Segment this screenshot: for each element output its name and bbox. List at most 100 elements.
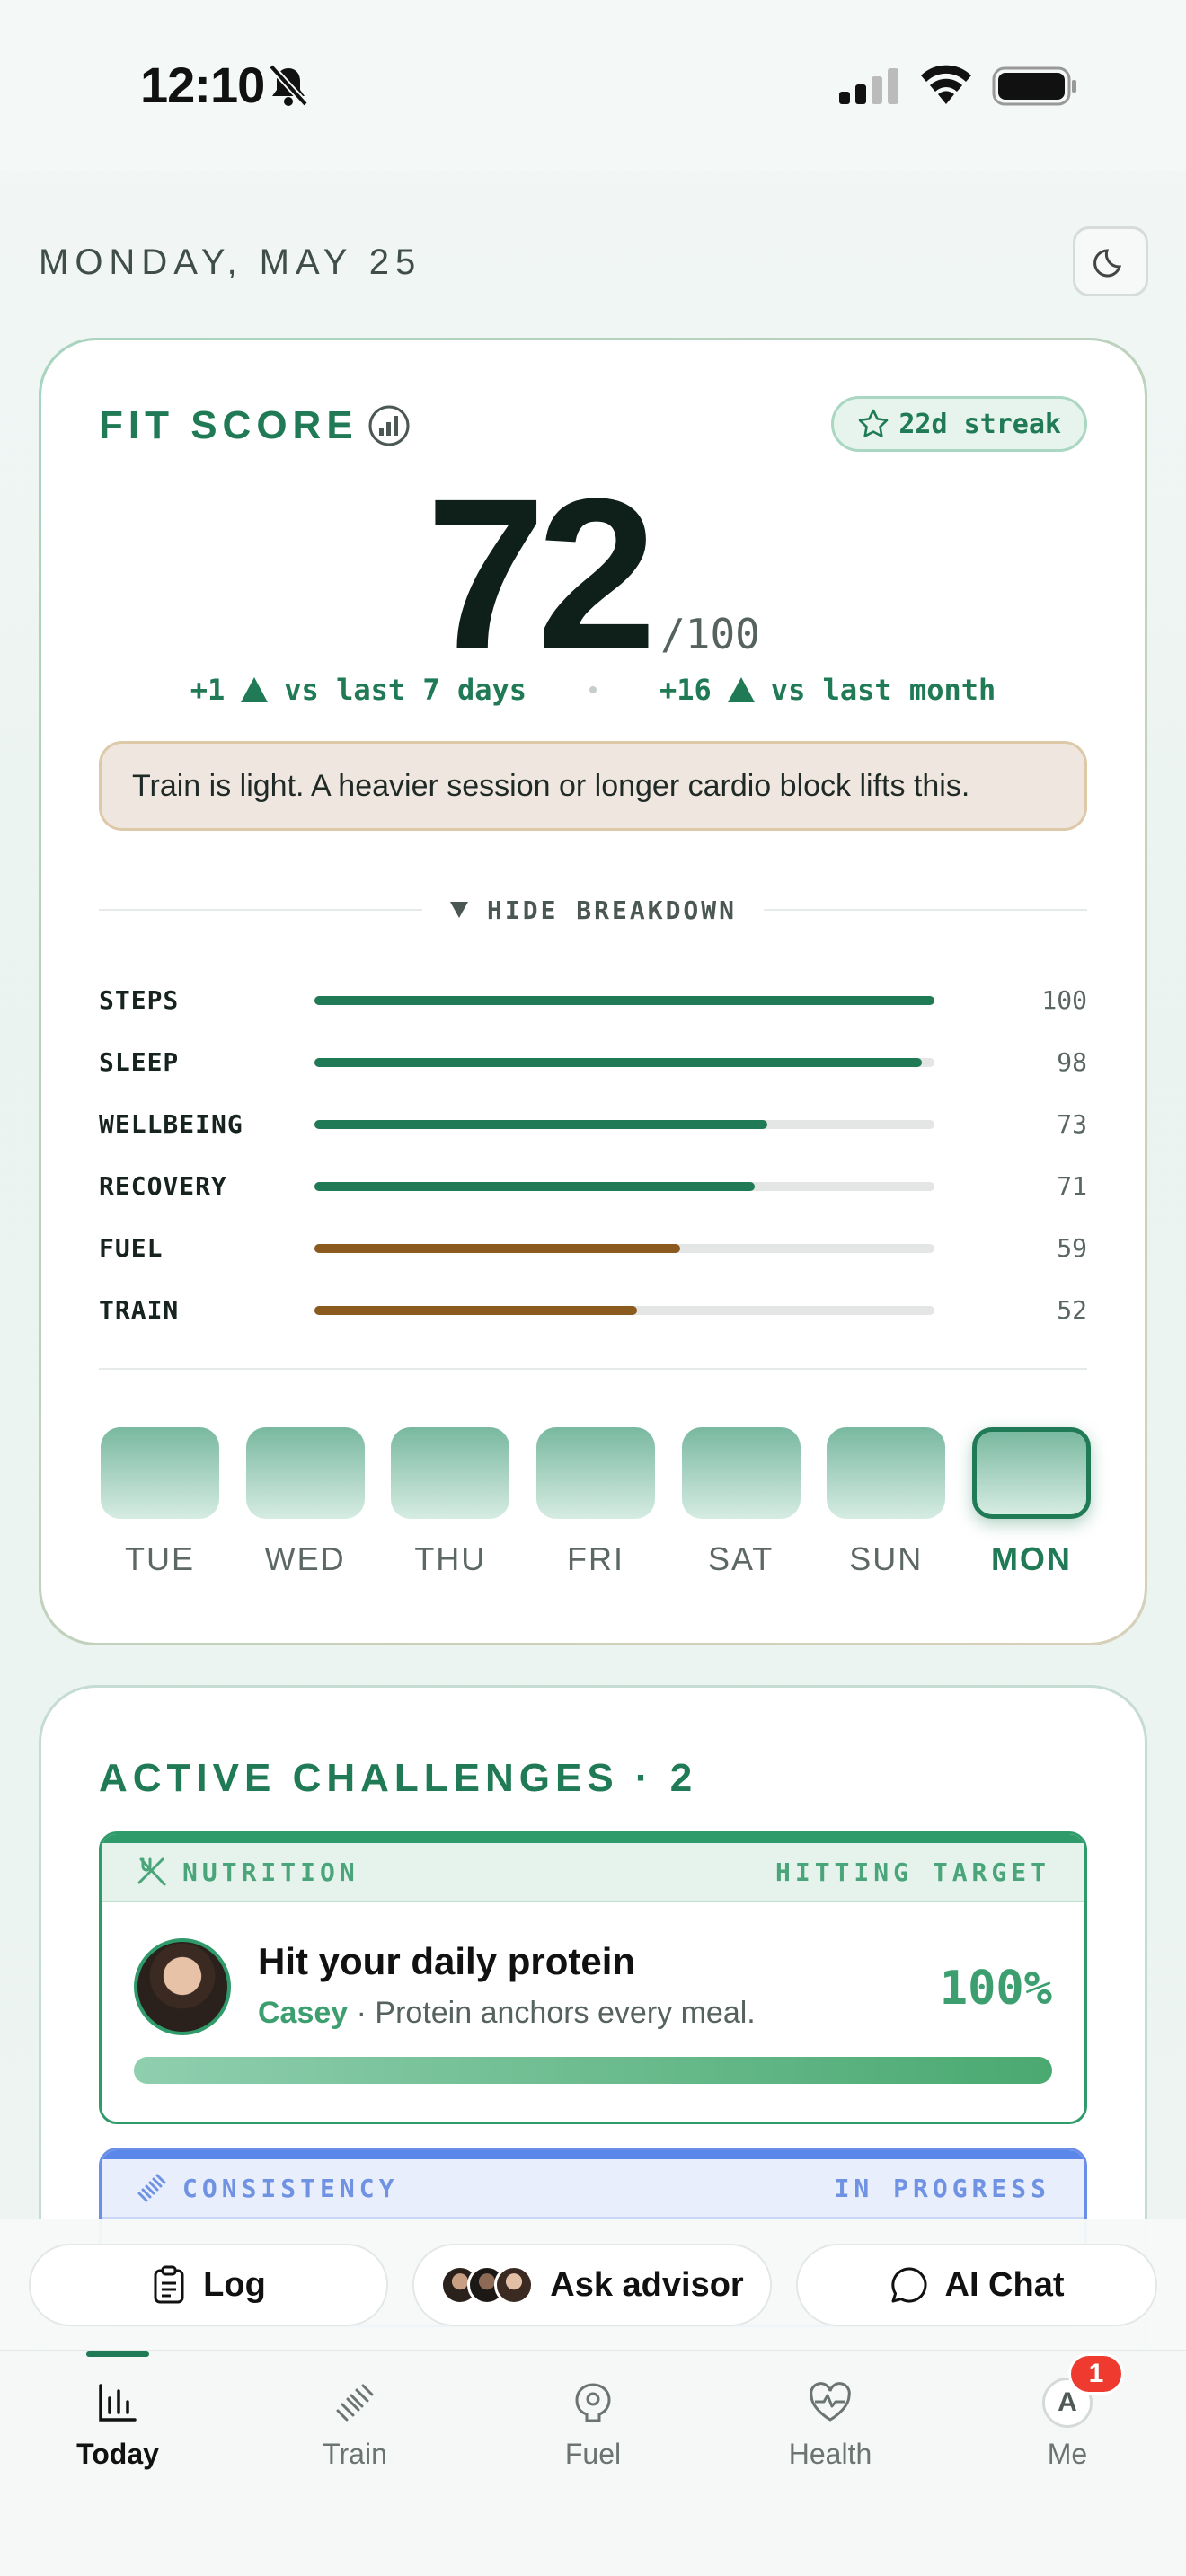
metric-bar-track <box>314 1119 934 1129</box>
delta-week: +1 vs last 7 days <box>190 673 527 707</box>
metric-row: WELLBEING 73 <box>99 1093 1087 1155</box>
fit-score-card: FIT SCORE 22d streak 72 /100 +1 vs last … <box>39 338 1147 1645</box>
dumbbell-icon <box>137 2174 166 2202</box>
challenge-subtitle: Casey · Protein anchors every meal. <box>258 1996 756 2030</box>
up-arrow-icon <box>727 677 755 702</box>
streak-badge: 22d streak <box>831 396 1087 452</box>
triangle-down-icon <box>450 902 468 918</box>
metric-bar-fill <box>314 1057 923 1067</box>
utensils-icon <box>137 1857 166 1886</box>
chart-icon <box>99 2384 137 2422</box>
metric-row: RECOVERY 71 <box>99 1155 1087 1217</box>
challenge-percent: 100% <box>939 1962 1052 2016</box>
metric-bar-fill <box>314 1305 637 1315</box>
up-arrow-icon <box>241 677 269 702</box>
score-value: 72 <box>426 454 657 694</box>
day-label: WED <box>264 1540 346 1577</box>
clipboard-icon <box>154 2265 184 2304</box>
bell-muted-icon <box>269 64 308 107</box>
quick-action-bar: Log Ask advisor AI Chat <box>0 2219 1186 2350</box>
day-tue[interactable]: TUE <box>101 1427 219 1578</box>
tab-me[interactable]: A 1 Me <box>987 2353 1148 2471</box>
metric-row: FUEL 59 <box>99 1217 1087 1279</box>
status-bar: 12:10 <box>0 0 1186 171</box>
clock: 12:10 <box>140 57 265 113</box>
metric-bar-fill <box>314 1181 755 1191</box>
day-label: THU <box>414 1540 487 1577</box>
ai-chat-button[interactable]: AI Chat <box>796 2244 1157 2326</box>
score-max: /100 <box>660 610 760 658</box>
metric-bar-track <box>314 1243 934 1253</box>
day-box <box>101 1427 219 1519</box>
separator-dot <box>589 686 597 693</box>
metric-bar-fill <box>314 1119 767 1129</box>
metric-value: 100 <box>1041 985 1087 1015</box>
challenge-body: Hit your daily protein Casey · Protein a… <box>102 1902 1084 2122</box>
divider <box>764 909 1088 911</box>
day-box <box>245 1427 365 1519</box>
tab-health[interactable]: Health <box>749 2378 911 2471</box>
score-hint: Train is light. A heavier session or lon… <box>99 741 1087 831</box>
theme-toggle-button[interactable] <box>1073 226 1148 296</box>
day-mon[interactable]: MON <box>971 1427 1091 1578</box>
challenge-status: IN PROGRESS <box>834 2173 1050 2203</box>
challenge-progress-bar <box>134 2057 1052 2084</box>
date-label: MONDAY, MAY 25 <box>39 243 422 282</box>
delta-month: +16 vs last month <box>659 673 996 707</box>
metric-name: TRAIN <box>99 1295 180 1325</box>
metric-value: 59 <box>1057 1233 1087 1263</box>
day-thu[interactable]: THU <box>391 1427 510 1578</box>
dumbbell-icon <box>336 2384 374 2422</box>
metric-bar-track <box>314 1305 934 1315</box>
bottom-tab-bar: Today Train Fuel Health A 1 Me <box>0 2350 1186 2576</box>
challenges-title: ACTIVE CHALLENGES · 2 <box>99 1756 698 1800</box>
metric-value: 98 <box>1057 1047 1087 1077</box>
plate-icon <box>575 2383 611 2422</box>
ask-advisor-button[interactable]: Ask advisor <box>412 2244 772 2326</box>
signal-icon <box>839 68 898 104</box>
day-label: SUN <box>849 1540 924 1577</box>
score-info-icon[interactable] <box>367 404 411 447</box>
breakdown-toggle[interactable]: HIDE BREAKDOWN <box>99 892 1088 928</box>
tab-today[interactable]: Today <box>37 2351 199 2471</box>
advisor-avatar <box>494 2265 535 2305</box>
day-label: TUE <box>125 1540 195 1577</box>
metric-bar-track <box>314 1181 934 1191</box>
avatar-icon: A 1 <box>1042 2353 1124 2428</box>
day-label: SAT <box>707 1540 774 1577</box>
heart-pulse-icon <box>810 2382 851 2422</box>
day-box <box>827 1427 946 1519</box>
day-fri[interactable]: FRI <box>535 1427 655 1578</box>
tab-fuel[interactable]: Fuel <box>512 2378 674 2471</box>
metric-name: WELLBEING <box>99 1109 243 1139</box>
log-button[interactable]: Log <box>29 2244 388 2326</box>
challenge-status: HITTING TARGET <box>774 1857 1050 1887</box>
metric-row: TRAIN 52 <box>99 1279 1087 1341</box>
challenge-name: Hit your daily protein <box>258 1940 636 1982</box>
metric-bar-track <box>314 995 934 1005</box>
chat-bubble-icon <box>890 2267 926 2303</box>
metric-name: RECOVERY <box>99 1171 227 1201</box>
day-box <box>971 1427 1091 1519</box>
day-sat[interactable]: SAT <box>681 1427 801 1578</box>
metric-bar-fill <box>314 995 934 1005</box>
challenge-header: CONSISTENCY IN PROGRESS <box>102 2150 1084 2219</box>
day-sun[interactable]: SUN <box>827 1427 946 1578</box>
challenge-card-nutrition[interactable]: NUTRITION HITTING TARGET Hit your daily … <box>99 1831 1087 2124</box>
metric-name: SLEEP <box>99 1047 180 1077</box>
fit-score-title: FIT SCORE <box>99 403 411 448</box>
challenge-header: NUTRITION HITTING TARGET <box>102 1834 1084 1902</box>
day-box <box>391 1427 510 1519</box>
moon-icon <box>1093 249 1122 278</box>
day-label: FRI <box>566 1540 624 1577</box>
day-box <box>681 1427 801 1519</box>
metric-value: 73 <box>1057 1109 1087 1139</box>
tab-train[interactable]: Train <box>274 2378 436 2471</box>
star-icon <box>859 409 889 437</box>
day-wed[interactable]: WED <box>245 1427 365 1578</box>
day-label: MON <box>990 1540 1072 1577</box>
day-selector: TUE WED THU FRI SAT SUN MON <box>101 1427 1091 1578</box>
metric-row: SLEEP 98 <box>99 1031 1087 1093</box>
score-display: 72 /100 <box>41 466 1145 682</box>
metric-name: STEPS <box>99 985 180 1015</box>
